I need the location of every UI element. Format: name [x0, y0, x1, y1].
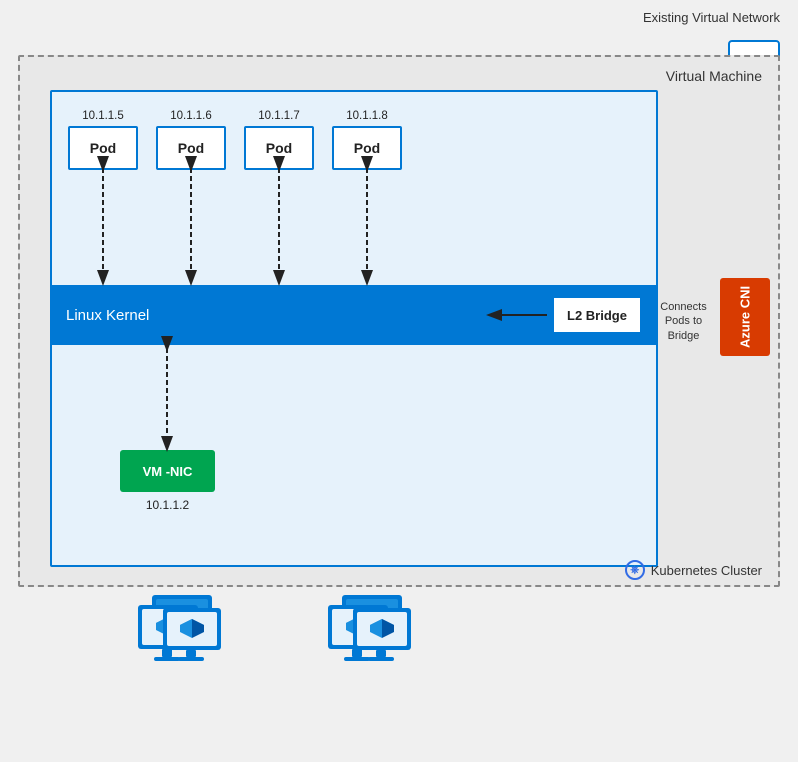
pod-ip-1: 10.1.1.5 — [82, 110, 124, 122]
pod-ip-3: 10.1.1.7 — [258, 110, 300, 122]
l2-bridge-box: L2 Bridge — [552, 296, 642, 334]
pod-group-3: 10.1.1.7 Pod — [244, 110, 314, 170]
pod-box-3: Pod — [244, 126, 314, 170]
vm-label: Virtual Machine — [666, 68, 762, 84]
pod-box-4: Pod — [332, 126, 402, 170]
pod-group-1: 10.1.1.5 Pod — [68, 110, 138, 170]
linux-kernel-bar: Linux Kernel L2 Bridge — [50, 285, 658, 345]
vm-nic-ip: 10.1.1.2 — [120, 498, 215, 512]
pods-row: 10.1.1.5 Pod 10.1.1.6 Pod 10.1.1.7 Pod 1… — [68, 110, 402, 170]
diagram-container: Existing Virtual Network ··· Virtual Mac… — [0, 0, 798, 762]
computer-extra-1 — [163, 608, 221, 661]
azure-cni-box: Azure CNI — [720, 278, 770, 356]
pod-ip-2: 10.1.1.6 — [170, 110, 212, 122]
computer-group-2 — [328, 595, 402, 661]
pod-ip-4: 10.1.1.8 — [346, 110, 388, 122]
computer-extra-2 — [353, 608, 411, 661]
k8s-icon: ⎈ — [625, 560, 645, 580]
pod-group-4: 10.1.1.8 Pod — [332, 110, 402, 170]
pod-box-1: Pod — [68, 126, 138, 170]
pod-box-2: Pod — [156, 126, 226, 170]
k8s-label-text: Kubernetes Cluster — [651, 563, 762, 578]
existing-vnet-label: Existing Virtual Network — [643, 10, 780, 25]
k8s-label: ⎈ Kubernetes Cluster — [625, 560, 762, 580]
pod-group-2: 10.1.1.6 Pod — [156, 110, 226, 170]
vm-nic-box: VM -NIC — [120, 450, 215, 492]
computer-group-1 — [138, 595, 212, 661]
connects-pods-label: Connects Pods to Bridge — [651, 300, 716, 343]
linux-kernel-label: Linux Kernel — [66, 307, 149, 324]
